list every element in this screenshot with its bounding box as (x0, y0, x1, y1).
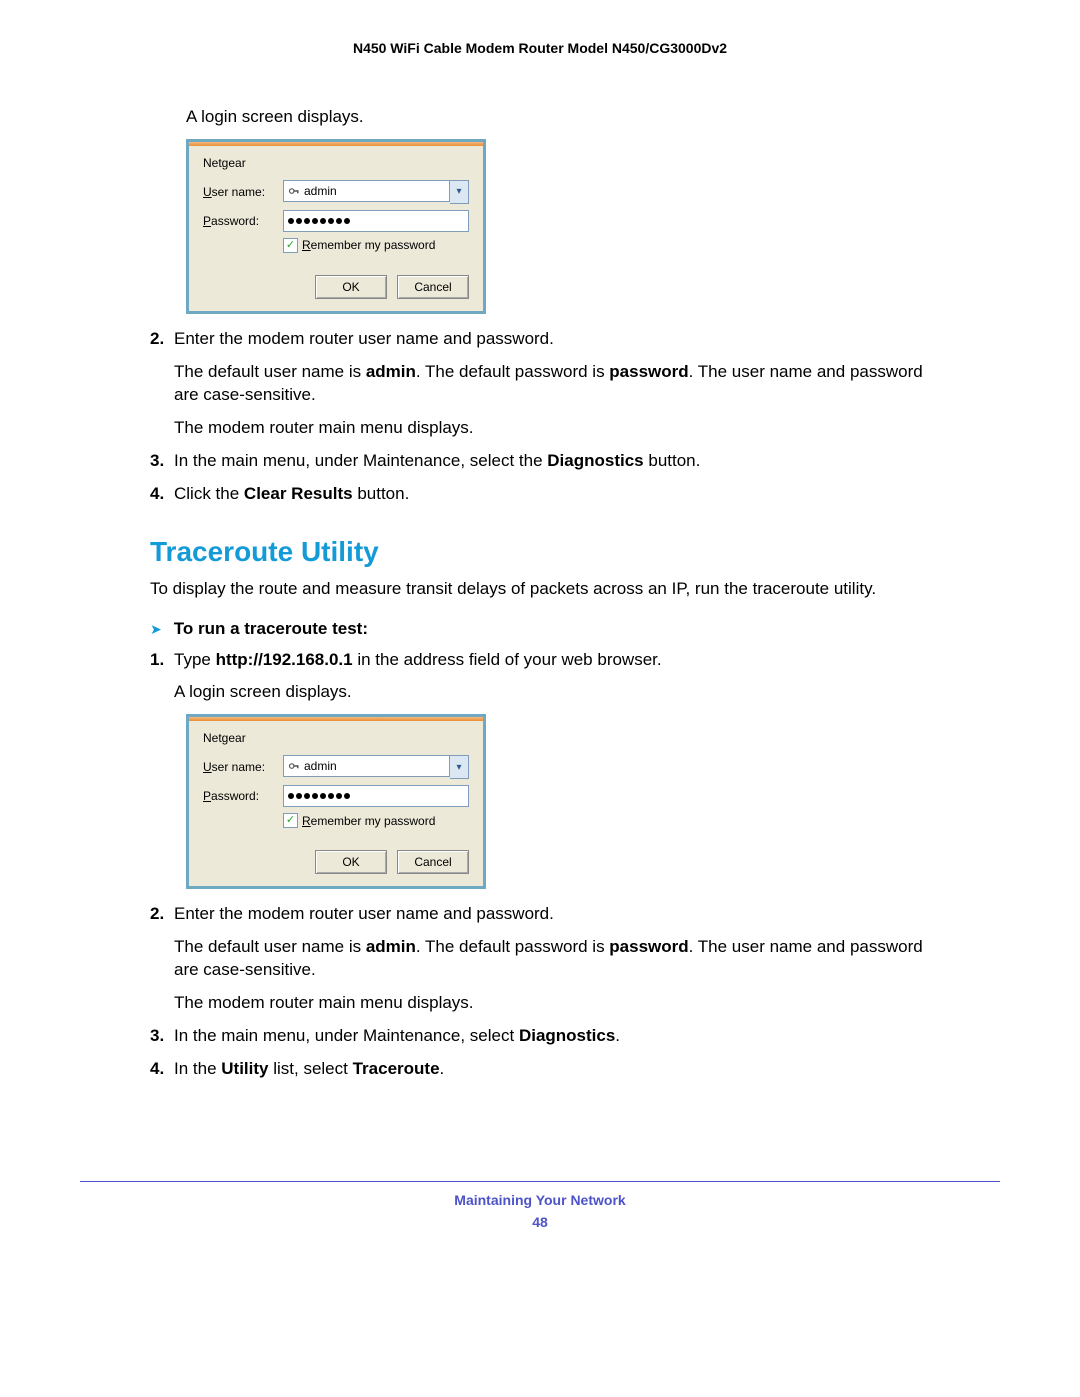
remember-checkbox[interactable]: ✓ (283, 238, 298, 253)
arrow-icon: ➤ (150, 621, 162, 638)
username-value: admin (304, 184, 337, 198)
step-text: In the main menu, under Maintenance, sel… (174, 1025, 930, 1048)
step-text: Type http://192.168.0.1 in the address f… (174, 649, 930, 672)
username-field[interactable]: admin (283, 180, 450, 202)
step-number: 2. (150, 328, 174, 440)
step-paragraph: The modem router main menu displays. (174, 992, 930, 1015)
password-field[interactable] (283, 210, 469, 232)
step-number: 3. (150, 450, 174, 473)
step-paragraph: The default user name is admin. The defa… (174, 361, 930, 407)
cancel-button[interactable]: Cancel (397, 850, 469, 874)
username-label: User name: (203, 185, 283, 199)
cancel-button[interactable]: Cancel (397, 275, 469, 299)
password-field[interactable] (283, 785, 469, 807)
ok-button[interactable]: OK (315, 275, 387, 299)
login-screen-caption: A login screen displays. (186, 106, 930, 129)
section-intro: To display the route and measure transit… (150, 578, 930, 601)
remember-checkbox[interactable]: ✓ (283, 813, 298, 828)
login-screen-caption: A login screen displays. (174, 681, 930, 704)
chevron-down-icon: ▾ (456, 762, 461, 773)
username-dropdown-button[interactable]: ▾ (450, 755, 469, 779)
document-header: N450 WiFi Cable Modem Router Model N450/… (150, 40, 930, 56)
step-text: Enter the modem router user name and pas… (174, 903, 930, 926)
step-text: Click the Clear Results button. (174, 483, 930, 506)
chevron-down-icon: ▾ (456, 186, 461, 197)
step-number: 1. (150, 649, 174, 705)
procedure-title: To run a traceroute test: (174, 619, 368, 639)
footer-rule (80, 1181, 1000, 1182)
remember-label: Remember my password (302, 814, 435, 828)
key-icon (288, 185, 300, 197)
password-label: Password: (203, 789, 283, 803)
ok-button[interactable]: OK (315, 850, 387, 874)
step-number: 4. (150, 483, 174, 506)
step-text: In the main menu, under Maintenance, sel… (174, 450, 930, 473)
section-title-traceroute: Traceroute Utility (150, 536, 930, 568)
login-dialog: Netgear User name: admin ▾ (186, 139, 486, 314)
step-text: Enter the modem router user name and pas… (174, 328, 930, 351)
login-dialog: Netgear User name: admin ▾ (186, 714, 486, 889)
dialog-realm: Netgear (203, 156, 469, 170)
username-dropdown-button[interactable]: ▾ (450, 180, 469, 204)
password-label: Password: (203, 214, 283, 228)
step-number: 3. (150, 1025, 174, 1048)
username-label: User name: (203, 760, 283, 774)
username-field[interactable]: admin (283, 755, 450, 777)
step-paragraph: The default user name is admin. The defa… (174, 936, 930, 982)
step-paragraph: The modem router main menu displays. (174, 417, 930, 440)
key-icon (288, 760, 300, 772)
step-number: 4. (150, 1058, 174, 1081)
footer-page-number: 48 (0, 1214, 1080, 1230)
step-text: In the Utility list, select Traceroute. (174, 1058, 930, 1081)
username-value: admin (304, 759, 337, 773)
step-number: 2. (150, 903, 174, 1015)
dialog-realm: Netgear (203, 731, 469, 745)
footer-chapter: Maintaining Your Network (0, 1192, 1080, 1208)
remember-label: Remember my password (302, 238, 435, 252)
